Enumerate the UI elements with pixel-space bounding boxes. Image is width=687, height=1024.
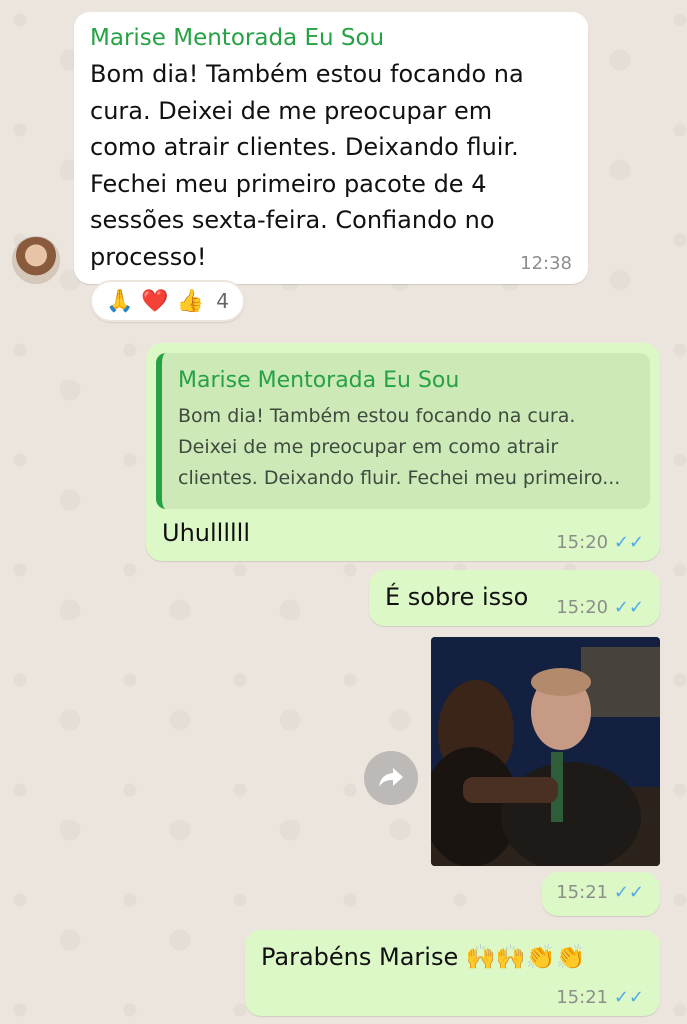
message-text-label: Parabéns Marise: [261, 943, 459, 971]
thumbs-up-emoji-icon: 👍: [176, 288, 205, 313]
heart-emoji-icon: ❤️: [141, 288, 169, 313]
gif-media[interactable]: [431, 637, 660, 866]
quoted-line: Deixei de me preocupar em como atrair: [178, 436, 559, 458]
quoted-sender-name: Marise Mentorada Eu Sou: [178, 368, 460, 393]
chat-screen: { "messages": { "m1": { "sender": "Maris…: [0, 0, 687, 1024]
gif-image: [431, 637, 660, 866]
forward-arrow-icon: [379, 768, 403, 787]
double-check-icon: ✓✓: [613, 882, 644, 903]
gif-time-bubble: 15:21 ✓✓: [542, 872, 660, 916]
message-line: Bom dia! Também estou focando na: [90, 60, 524, 88]
double-check-icon: ✓✓: [613, 987, 644, 1008]
message-line: cura. Deixei de me preocupar em: [90, 96, 493, 125]
message-time: 15:21 ✓✓: [556, 987, 644, 1008]
message-text: Parabéns Marise 🙌🙌👏👏: [261, 939, 585, 976]
message-line: sessões sexta-feira. Confiando no: [90, 206, 495, 234]
outgoing-message-bubble[interactable]: É sobre isso 15:20 ✓✓: [369, 570, 660, 626]
message-text: Uhullllll: [162, 519, 250, 547]
double-check-icon: ✓✓: [613, 532, 644, 553]
message-time: 15:21 ✓✓: [556, 882, 644, 903]
message-line: como atrair clientes. Deixando fluir.: [90, 133, 519, 161]
quoted-line: Bom dia! Também estou focando na cura.: [178, 405, 576, 427]
message-text: É sobre isso: [385, 583, 529, 611]
celebration-emoji-icon: 🙌🙌👏👏: [465, 943, 586, 971]
forward-button[interactable]: [364, 751, 418, 805]
sender-name[interactable]: Marise Mentorada Eu Sou: [90, 24, 572, 52]
pray-emoji-icon: 🙏: [106, 288, 134, 313]
quoted-line: clientes. Deixando fluir. Fechei meu pri…: [178, 467, 621, 489]
message-text: Bom dia! Também estou focando na cura. D…: [90, 56, 572, 275]
sender-avatar[interactable]: [12, 236, 60, 284]
incoming-message-bubble[interactable]: Marise Mentorada Eu Sou Bom dia! Também …: [74, 12, 588, 284]
quoted-text: Bom dia! Também estou focando na cura. D…: [178, 401, 634, 494]
message-time: 12:38: [520, 253, 572, 274]
message-line: processo!: [90, 242, 207, 271]
quoted-message[interactable]: Marise Mentorada Eu Sou Bom dia! Também …: [156, 353, 650, 509]
double-check-icon: ✓✓: [613, 597, 644, 618]
message-time: 15:20 ✓✓: [556, 532, 644, 553]
reactions-bar[interactable]: 🙏 ❤️ 👍 4: [90, 280, 245, 322]
outgoing-reply-bubble[interactable]: Marise Mentorada Eu Sou Bom dia! Também …: [146, 343, 660, 561]
time-label: 15:20: [556, 532, 609, 553]
time-label: 15:21: [556, 987, 609, 1008]
outgoing-message-bubble[interactable]: Parabéns Marise 🙌🙌👏👏 15:21 ✓✓: [245, 930, 660, 1016]
time-label: 15:20: [556, 597, 609, 618]
message-line: Fechei meu primeiro pacote de 4: [90, 169, 487, 198]
reaction-count: 4: [216, 289, 229, 313]
time-label: 15:21: [556, 882, 609, 903]
message-time: 15:20 ✓✓: [556, 597, 644, 618]
